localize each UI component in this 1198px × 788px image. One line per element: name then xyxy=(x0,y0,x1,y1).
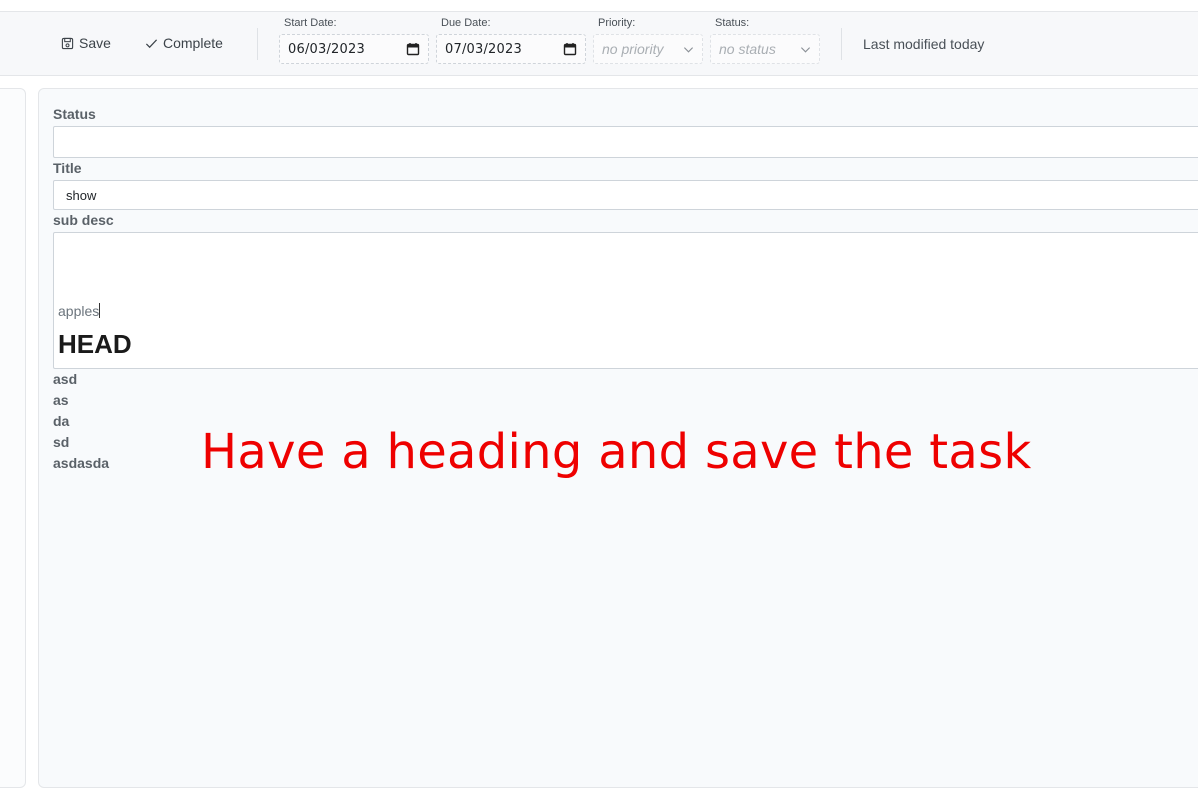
due-date-label: Due Date: xyxy=(441,17,491,29)
last-modified-text: Last modified today xyxy=(863,36,985,52)
text-caret xyxy=(99,303,101,318)
text-line: da xyxy=(53,413,70,429)
status-field-label: Status xyxy=(53,106,96,122)
chevron-down-icon xyxy=(683,46,694,53)
calendar-icon[interactable] xyxy=(563,42,577,56)
text-line: asdasda xyxy=(53,455,110,471)
title-field-label: Title xyxy=(53,160,82,176)
status-value: no status xyxy=(719,41,776,57)
status-select[interactable]: no status xyxy=(710,34,820,64)
editor-paragraph[interactable]: apples xyxy=(58,303,101,319)
title-field[interactable]: show xyxy=(53,180,1198,210)
complete-label: Complete xyxy=(163,35,223,51)
status-field[interactable] xyxy=(53,126,1198,158)
rich-text-editor[interactable]: apples HEAD xyxy=(53,232,1198,369)
title-field-value: show xyxy=(66,188,97,203)
instruction-annotation: Have a heading and save the task xyxy=(201,424,1032,480)
start-date-label: Start Date: xyxy=(284,17,337,29)
task-form-panel: Status Title show sub desc apples HEAD a… xyxy=(38,88,1198,788)
editor-heading[interactable]: HEAD xyxy=(58,329,132,360)
start-date-value: 06/03/2023 xyxy=(288,41,365,57)
chevron-down-icon xyxy=(800,46,811,53)
sub-desc-label: sub desc xyxy=(53,212,114,228)
left-sidebar-panel xyxy=(0,88,26,788)
due-date-value: 07/03/2023 xyxy=(445,41,522,57)
complete-button[interactable]: Complete xyxy=(145,32,223,54)
priority-select[interactable]: no priority xyxy=(593,34,703,64)
text-line: as xyxy=(53,392,69,408)
text-line: asd xyxy=(53,371,78,387)
toolbar: Save Complete Start Date: 06/03/2023 Due… xyxy=(0,12,1198,76)
calendar-icon[interactable] xyxy=(406,42,420,56)
save-label: Save xyxy=(79,35,111,51)
priority-label: Priority: xyxy=(598,17,636,29)
start-date-input[interactable]: 06/03/2023 xyxy=(279,34,429,64)
due-date-input[interactable]: 07/03/2023 xyxy=(436,34,586,64)
toolbar-divider xyxy=(841,28,842,60)
priority-value: no priority xyxy=(602,41,664,57)
save-button[interactable]: Save xyxy=(61,32,111,54)
toolbar-divider xyxy=(257,28,258,60)
editor-paragraph-text: apples xyxy=(58,303,100,319)
status-label: Status: xyxy=(715,17,750,29)
save-icon xyxy=(61,37,74,49)
text-line: sd xyxy=(53,434,70,450)
checkmark-icon xyxy=(145,38,158,48)
